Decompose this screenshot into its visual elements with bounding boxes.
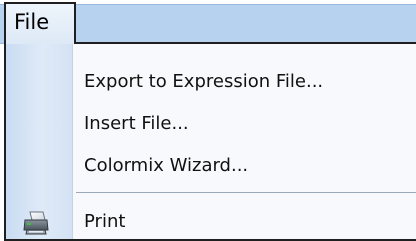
application-window: File Export to Expression File... Insert… [0, 0, 416, 241]
menu-file[interactable]: File [4, 2, 76, 44]
printer-icon [23, 211, 49, 235]
menu-item-insert-file[interactable]: Insert File... [6, 104, 416, 144]
menu-item-export-expression-file[interactable]: Export to Expression File... [6, 62, 416, 102]
menu-item-label: Colormix Wizard... [84, 155, 249, 176]
file-dropdown-menu: Export to Expression File... Insert File… [4, 42, 416, 241]
menu-item-label: Export to Expression File... [84, 71, 324, 92]
menu-item-print[interactable]: Print [6, 202, 416, 241]
menu-item-label: Print [84, 211, 126, 232]
menu-separator [76, 192, 416, 193]
menu-item-colormix-wizard[interactable]: Colormix Wizard... [6, 146, 416, 186]
menu-item-label: Insert File... [84, 113, 189, 134]
